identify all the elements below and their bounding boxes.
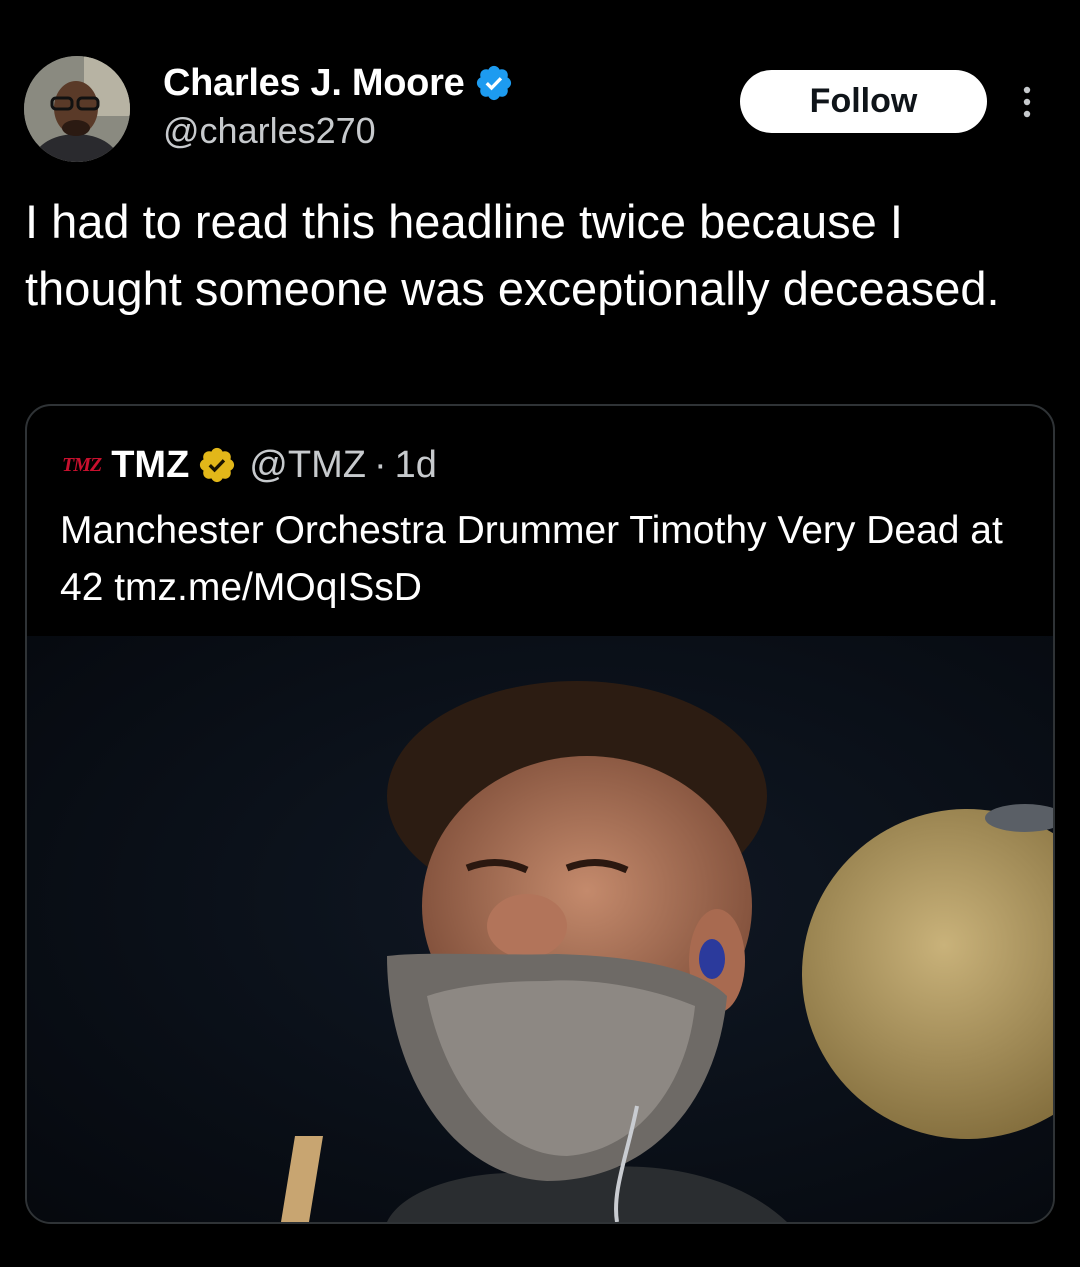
tweet-text: I had to read this headline twice becaus… (25, 195, 1000, 315)
quoted-tweet-header: TMZ TMZ @TMZ · 1d (62, 442, 437, 488)
avatar[interactable] (24, 56, 130, 162)
gold-verified-badge-icon (197, 445, 237, 485)
separator-dot: · (373, 443, 387, 486)
more-vertical-icon[interactable] (1012, 82, 1042, 122)
blue-verified-badge-icon (474, 63, 514, 103)
follow-button[interactable]: Follow (740, 70, 987, 133)
quoted-tweet-time[interactable]: 1d (395, 444, 437, 487)
quoted-tweet-text: Manchester Orchestra Drummer Timothy Ver… (60, 509, 1003, 609)
quoted-tweet-image[interactable] (27, 636, 1053, 1222)
quoted-author-name[interactable]: TMZ (111, 444, 189, 487)
author-block: Charles J. Moore @charles270 (163, 58, 514, 152)
drummer-photo (27, 636, 1053, 1222)
quoted-tweet-card[interactable]: TMZ TMZ @TMZ · 1d Manchester Orchestra D… (25, 404, 1055, 1224)
author-name[interactable]: Charles J. Moore (163, 62, 465, 105)
tmz-logo: TMZ (62, 453, 102, 476)
author-name-row: Charles J. Moore (163, 58, 514, 108)
user-avatar-image (24, 56, 130, 162)
quoted-author-handle[interactable]: @TMZ (249, 444, 366, 487)
author-handle[interactable]: @charles270 (163, 110, 514, 152)
